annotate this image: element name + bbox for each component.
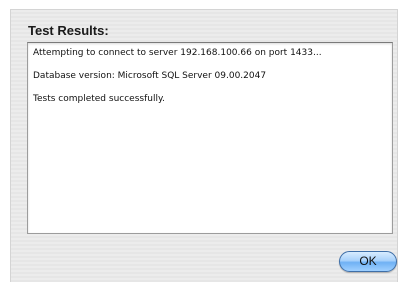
results-line-db-version: Database version: Microsoft SQL Server 0… (33, 71, 267, 81)
results-line-connect: Attempting to connect to server 192.168.… (33, 48, 322, 58)
results-line-status: Tests completed successfully. (33, 94, 165, 104)
ok-button[interactable]: OK (339, 251, 397, 272)
dialog-title: Test Results: (28, 23, 109, 38)
test-results-text-area[interactable]: Attempting to connect to server 192.168.… (27, 42, 393, 234)
